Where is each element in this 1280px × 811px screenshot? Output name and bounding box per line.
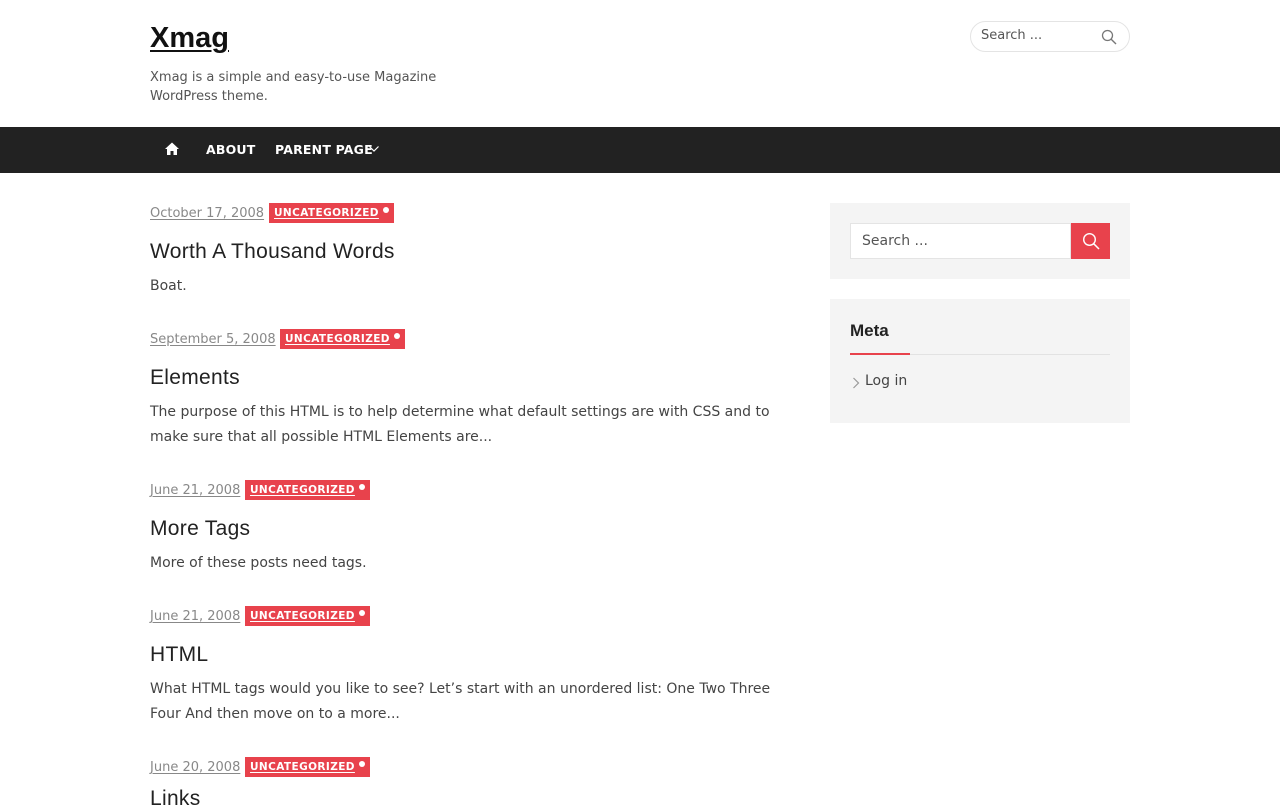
site-description: Xmag is a simple and easy-to-use Magazin… [150, 70, 437, 104]
search-icon[interactable] [1101, 29, 1117, 45]
badge-dot-icon [382, 207, 389, 213]
chevron-down-icon[interactable] [368, 143, 380, 155]
main-navigation: ABOUT PARENT PAGE [0, 127, 1280, 173]
badge-dot-icon [393, 333, 400, 339]
post-date[interactable]: October 17, 2008 [150, 206, 264, 221]
post-title[interactable]: Links [150, 787, 201, 811]
badge-dot-icon [358, 761, 365, 767]
post-date[interactable]: June 21, 2008 [150, 483, 240, 498]
nav-item-parent-page[interactable]: PARENT PAGE [275, 142, 373, 157]
category-label: UNCATEGORIZED [250, 761, 355, 773]
post-item: June 21, 2008 UNCATEGORIZED HTML What HT… [150, 606, 780, 722]
widget-title: Meta [850, 321, 889, 340]
post-meta: June 20, 2008 UNCATEGORIZED [150, 757, 780, 779]
meta-link-log-in[interactable]: Log in [865, 373, 907, 389]
site-header: Xmag Xmag is a simple and easy-to-use Ma… [0, 0, 1280, 127]
post-meta: September 5, 2008 UNCATEGORIZED [150, 329, 780, 351]
post-date[interactable]: June 21, 2008 [150, 609, 240, 624]
header-search-form[interactable]: Search ... [970, 21, 1130, 52]
post-item: September 5, 2008 UNCATEGORIZED Elements… [150, 329, 780, 445]
sidebar-search-placeholder: Search ... [862, 233, 928, 249]
search-icon [1082, 232, 1100, 250]
post-meta: June 21, 2008 UNCATEGORIZED [150, 606, 780, 628]
home-icon[interactable] [164, 141, 180, 157]
chevron-right-icon [853, 377, 860, 389]
post-title[interactable]: More Tags [150, 517, 250, 541]
post-item: June 21, 2008 UNCATEGORIZED More Tags Mo… [150, 480, 780, 571]
badge-dot-icon [358, 610, 365, 616]
category-label: UNCATEGORIZED [250, 484, 355, 496]
post-date[interactable]: June 20, 2008 [150, 760, 240, 775]
category-label: UNCATEGORIZED [250, 610, 355, 622]
category-badge[interactable]: UNCATEGORIZED [280, 329, 405, 349]
category-badge[interactable]: UNCATEGORIZED [245, 480, 370, 500]
category-badge[interactable]: UNCATEGORIZED [245, 606, 370, 626]
badge-dot-icon [358, 484, 365, 490]
nav-item-about[interactable]: ABOUT [206, 142, 256, 157]
header-search-input[interactable]: Search ... [981, 28, 1042, 43]
sidebar-search-widget: Search ... [830, 203, 1130, 279]
widget-title-accent [850, 353, 910, 355]
category-label: UNCATEGORIZED [274, 207, 379, 219]
post-excerpt: What HTML tags would you like to see? Le… [150, 681, 771, 722]
category-badge[interactable]: UNCATEGORIZED [269, 203, 394, 223]
sidebar-search-button[interactable] [1071, 223, 1110, 259]
post-item: June 20, 2008 UNCATEGORIZED Links [150, 757, 780, 810]
meta-widget: Meta Log in [830, 299, 1130, 423]
post-meta: June 21, 2008 UNCATEGORIZED [150, 480, 780, 502]
site-title[interactable]: Xmag [150, 22, 229, 55]
post-title[interactable]: HTML [150, 643, 208, 667]
category-badge[interactable]: UNCATEGORIZED [245, 757, 370, 777]
sidebar-search-input[interactable]: Search ... [850, 223, 1071, 259]
post-excerpt: More of these posts need tags. [150, 555, 367, 571]
post-item: October 17, 2008 UNCATEGORIZED Worth A T… [150, 203, 780, 294]
post-meta: October 17, 2008 UNCATEGORIZED [150, 203, 780, 225]
category-label: UNCATEGORIZED [285, 333, 390, 345]
post-title[interactable]: Worth A Thousand Words [150, 240, 395, 264]
post-excerpt: Boat. [150, 278, 187, 294]
post-title[interactable]: Elements [150, 366, 240, 390]
post-excerpt: The purpose of this HTML is to help dete… [150, 404, 770, 445]
post-date[interactable]: September 5, 2008 [150, 332, 276, 347]
